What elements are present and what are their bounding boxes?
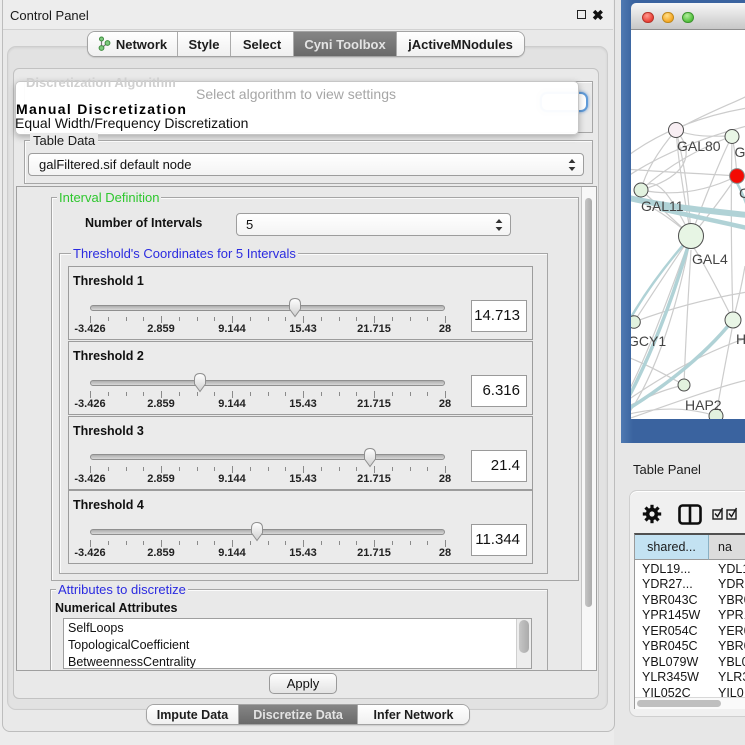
svg-text:HAP2: HAP2	[685, 397, 722, 413]
svg-text:GAL4: GAL4	[692, 251, 728, 267]
svg-text:GAL11: GAL11	[641, 198, 684, 214]
svg-text:HI: HI	[736, 331, 745, 347]
svg-text:CY: CY	[739, 185, 745, 201]
svg-text:GCY1: GCY1	[631, 333, 666, 349]
svg-text:GAL80: GAL80	[677, 138, 721, 154]
svg-text:GA: GA	[735, 144, 745, 160]
